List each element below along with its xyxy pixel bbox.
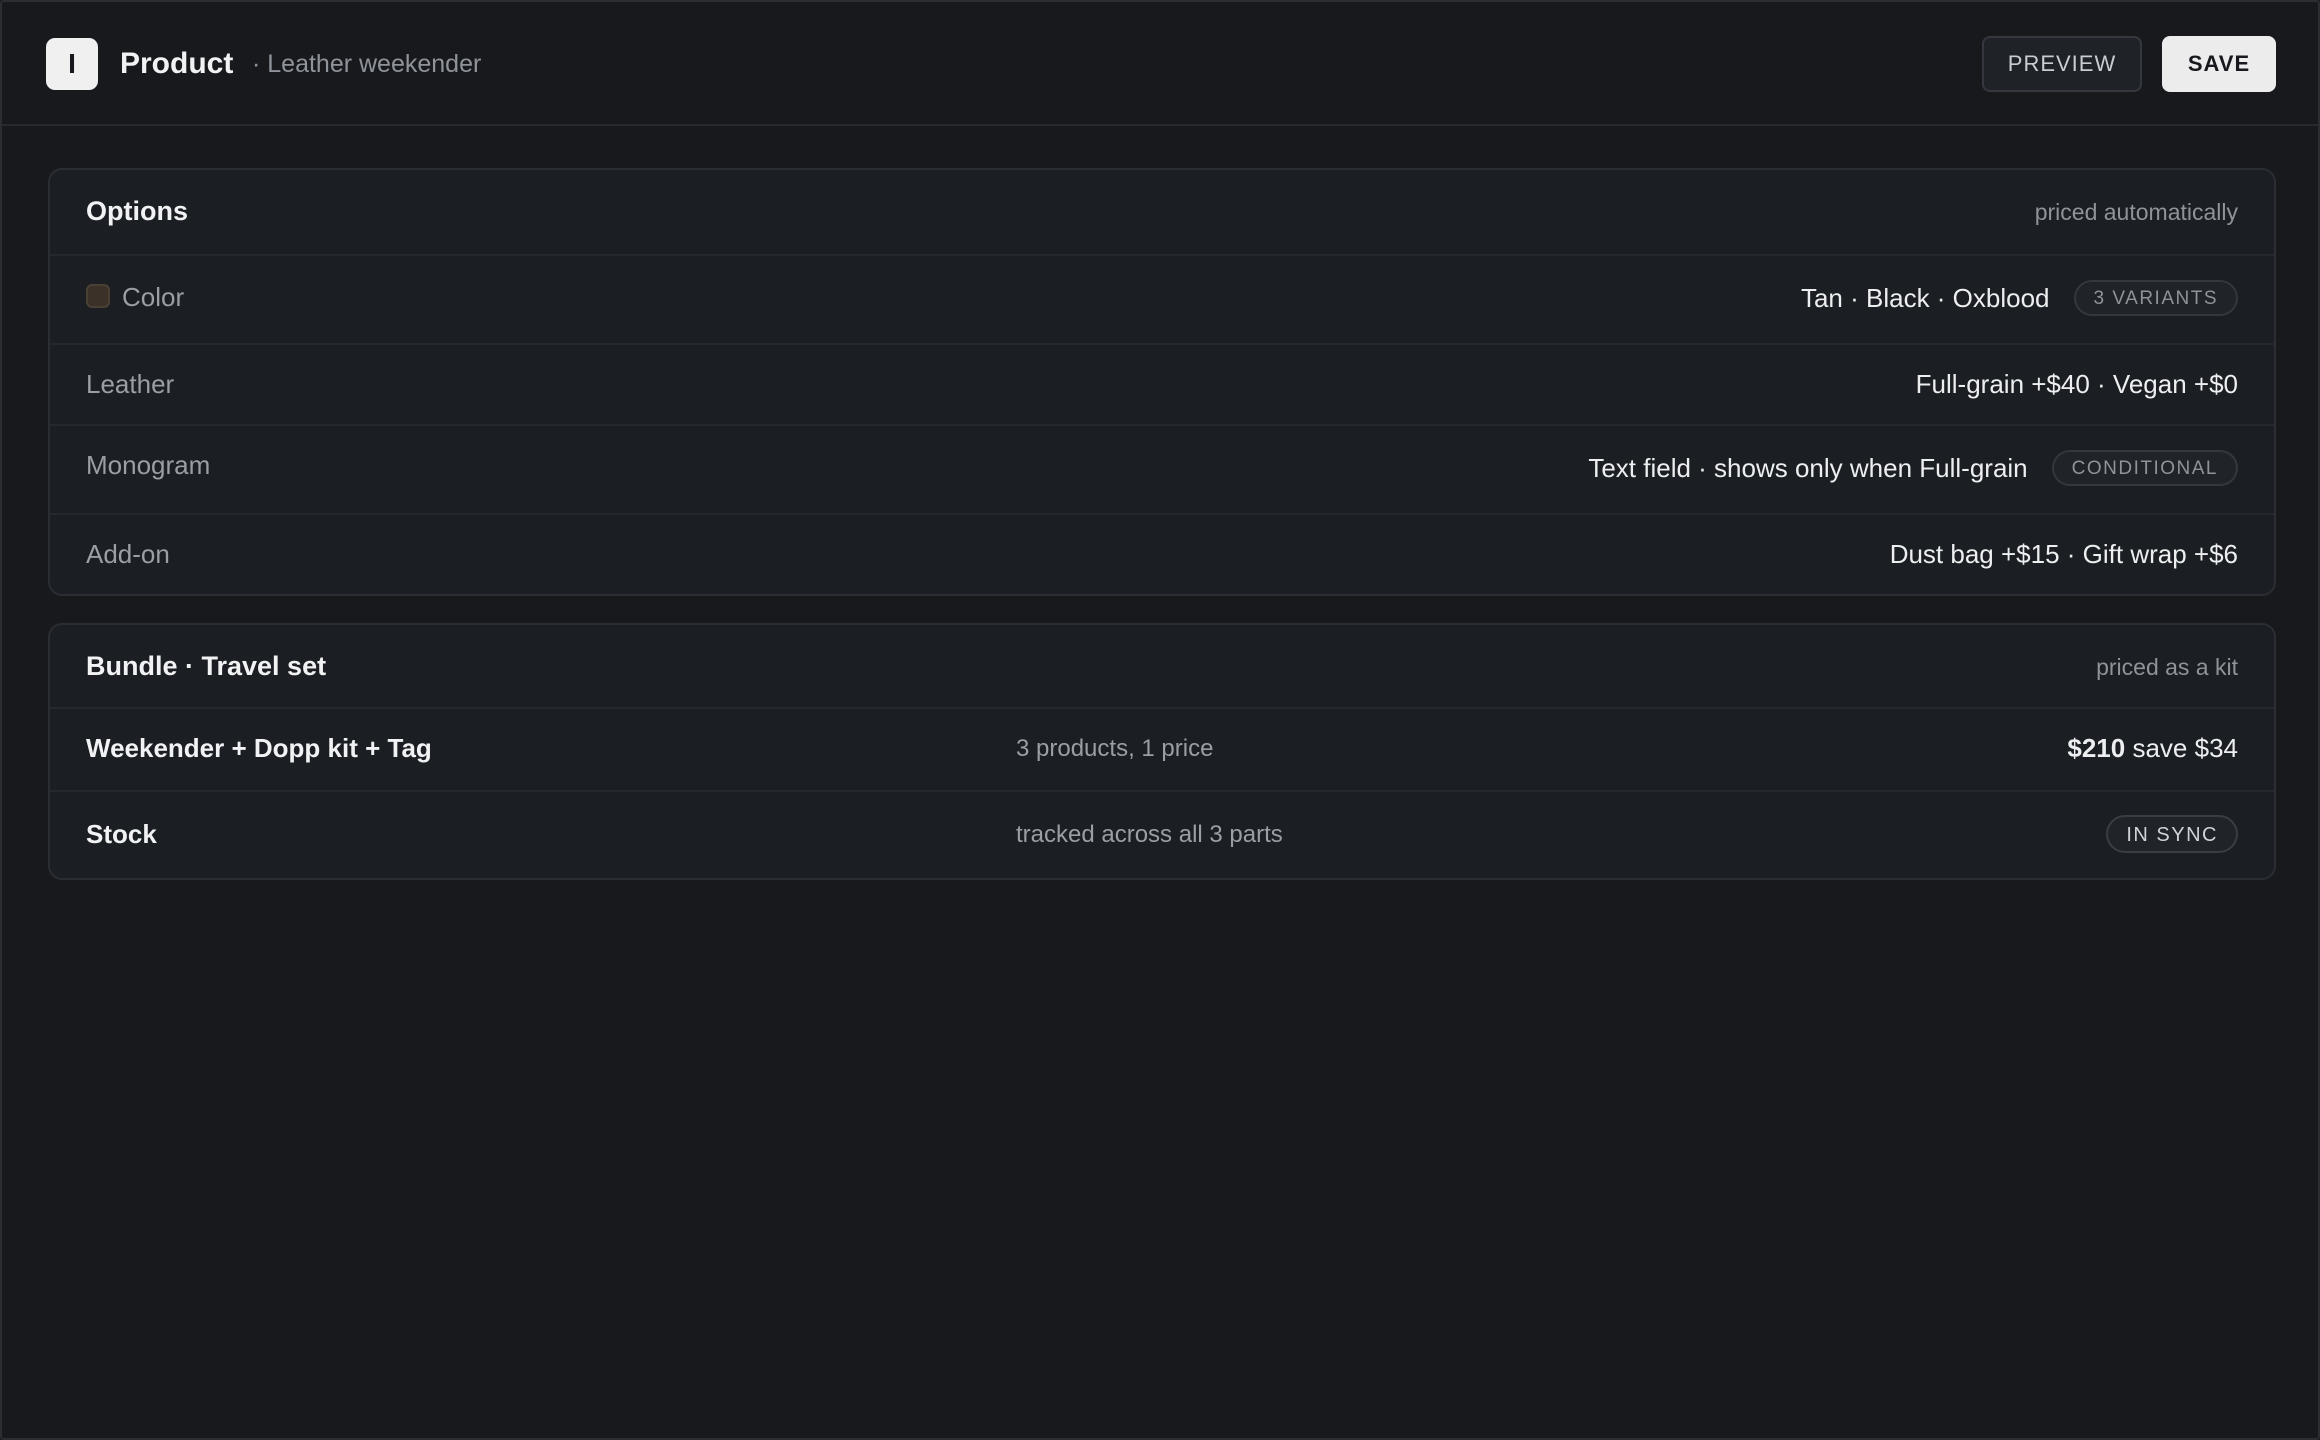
stock-description: tracked across all 3 parts — [1016, 821, 1283, 848]
option-label: Leather — [86, 369, 175, 399]
bundle-card: Bundle · Travel set priced as a kit Week… — [48, 623, 2276, 880]
option-value: Tan · Black · Oxblood — [1800, 282, 2050, 313]
app-logo: I — [46, 38, 98, 90]
option-row-color[interactable]: Color Tan · Black · Oxblood 3 VARIANTS — [50, 256, 2274, 345]
option-row-leather[interactable]: Leather Full-grain +$40 · Vegan +$0 — [50, 345, 2274, 426]
bundle-note: priced as a kit — [2096, 654, 2238, 680]
kit-price-wrap: $210 save $34 — [2067, 733, 2238, 764]
options-note: priced automatically — [2034, 199, 2238, 225]
bundle-kit-row[interactable]: Weekender + Dopp kit + Tag 3 products, 1… — [50, 709, 2274, 792]
options-title: Options — [86, 196, 188, 226]
save-button[interactable]: SAVE — [2162, 36, 2276, 92]
preview-button[interactable]: PREVIEW — [1982, 36, 2142, 92]
option-value-wrap: Text field · shows only when Full-grain … — [1588, 450, 2238, 486]
kit-savings: save $34 — [2132, 733, 2238, 763]
kit-description: 3 products, 1 price — [1016, 735, 1214, 762]
variants-badge: 3 VARIANTS — [2073, 280, 2238, 316]
bundle-header: Bundle · Travel set priced as a kit — [50, 625, 2274, 709]
page-title: Product — [120, 47, 234, 80]
kit-price: $210 — [2067, 733, 2126, 763]
bundle-stock-row[interactable]: Stock tracked across all 3 parts IN SYNC — [50, 792, 2274, 878]
stock-label: Stock — [86, 819, 157, 849]
option-row-monogram[interactable]: Monogram Text field · shows only when Fu… — [50, 426, 2274, 515]
header-bar: I Product · Leather weekender PREVIEW SA… — [2, 2, 2318, 126]
sync-status-badge: IN SYNC — [2106, 815, 2238, 853]
option-value: Text field · shows only when Full-grain — [1588, 452, 2028, 483]
color-swatch[interactable] — [86, 284, 110, 309]
option-value: Full-grain +$40 · Vegan +$0 — [1915, 369, 2238, 399]
options-header: Options priced automatically — [50, 170, 2274, 256]
app-window: I Product · Leather weekender PREVIEW SA… — [0, 0, 2320, 1440]
option-label-wrap: Color — [86, 282, 184, 313]
option-row-addon[interactable]: Add-on Dust bag +$15 · Gift wrap +$6 — [50, 515, 2274, 594]
option-value-wrap: Tan · Black · Oxblood 3 VARIANTS — [1801, 280, 2238, 316]
option-value: Dust bag +$15 · Gift wrap +$6 — [1889, 539, 2238, 569]
option-label: Monogram — [86, 450, 211, 480]
stock-status-wrap: IN SYNC — [2106, 815, 2238, 853]
kit-label: Weekender + Dopp kit + Tag — [86, 733, 432, 763]
options-card: Options priced automatically Color Tan ·… — [48, 168, 2276, 596]
option-label: Color — [122, 282, 185, 312]
bundle-title: Bundle · Travel set — [86, 651, 327, 681]
conditional-badge: CONDITIONAL — [2051, 450, 2238, 486]
product-name: · Leather weekender — [252, 50, 482, 78]
option-label: Add-on — [86, 539, 170, 569]
